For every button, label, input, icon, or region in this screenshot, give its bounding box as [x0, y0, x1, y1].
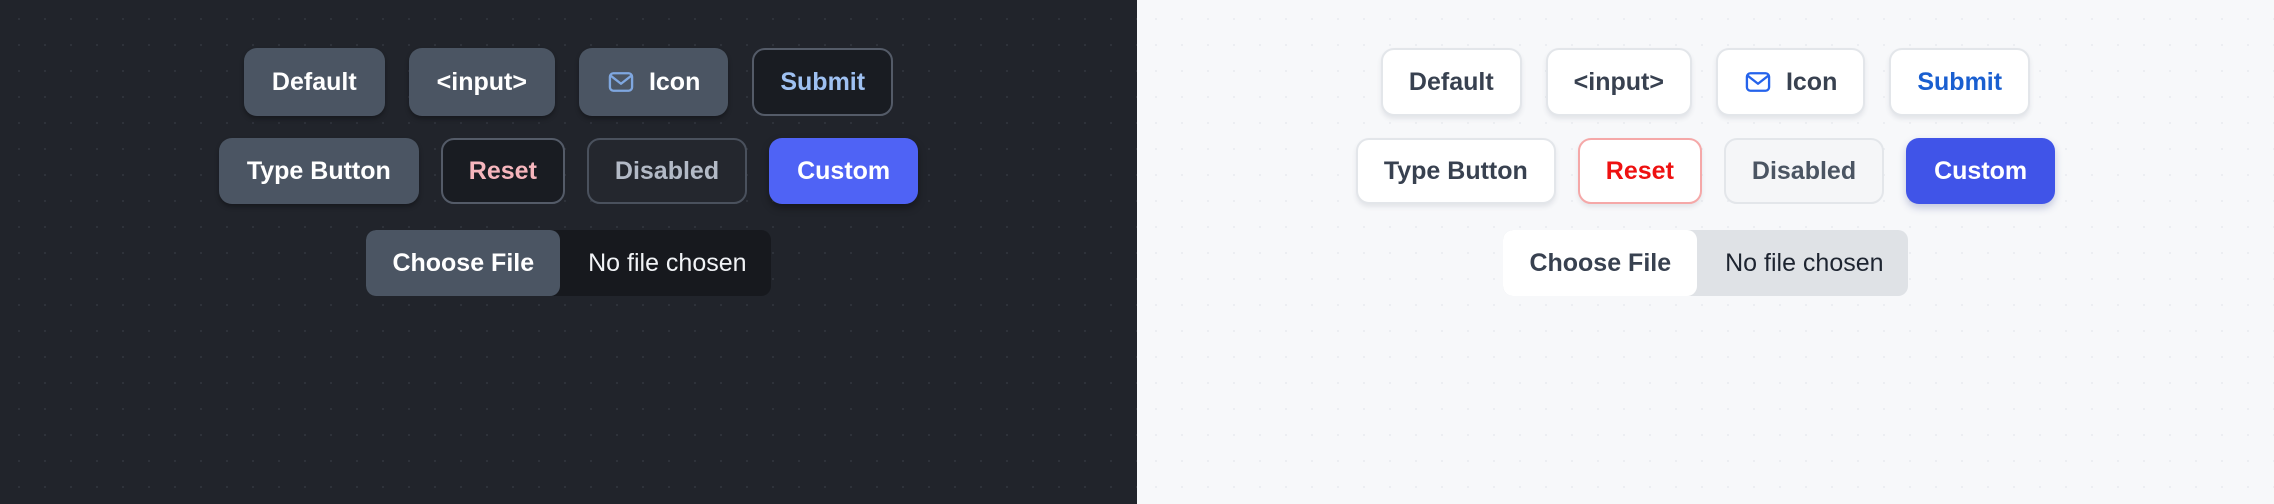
envelope-icon	[607, 68, 635, 96]
custom-button-label: Custom	[1934, 156, 2028, 185]
file-input[interactable]: Choose File No file chosen	[1503, 230, 1908, 296]
custom-button[interactable]: Custom	[769, 138, 919, 204]
type-button[interactable]: Type Button	[1355, 138, 1556, 204]
button-showcase: Default <input> Icon Submit Type Button …	[0, 0, 2274, 504]
icon-button-label: Icon	[648, 67, 701, 96]
button-row-primary: Default <input> Icon Submit	[1380, 48, 2031, 116]
input-button-label: <input>	[436, 67, 527, 96]
input-button[interactable]: <input>	[408, 48, 555, 116]
submit-button[interactable]: Submit	[1889, 48, 2031, 116]
reset-button-label: Reset	[468, 156, 537, 185]
disabled-button: Disabled	[1723, 138, 1885, 204]
submit-button-label: Submit	[1917, 67, 2003, 96]
icon-button[interactable]: Icon	[1715, 48, 1866, 116]
light-theme-panel: Default <input> Icon Submit Type Button …	[1137, 0, 2274, 504]
default-button-label: Default	[271, 67, 357, 96]
button-row-primary: Default <input> Icon Submit	[243, 48, 894, 116]
disabled-button: Disabled	[586, 138, 748, 204]
button-row-secondary: Type Button Reset Disabled Custom	[1355, 138, 2056, 204]
type-button-label: Type Button	[246, 156, 391, 185]
choose-file-label: Choose File	[392, 248, 535, 277]
file-input-row: Choose File No file chosen	[366, 230, 771, 296]
type-button[interactable]: Type Button	[218, 138, 419, 204]
default-button[interactable]: Default	[243, 48, 385, 116]
default-button-label: Default	[1408, 67, 1494, 96]
button-row-secondary: Type Button Reset Disabled Custom	[218, 138, 919, 204]
submit-button[interactable]: Submit	[752, 48, 894, 116]
input-button-label: <input>	[1573, 67, 1664, 96]
choose-file-button[interactable]: Choose File	[366, 230, 561, 296]
file-status-text: No file chosen	[1725, 248, 1884, 277]
file-status-text: No file chosen	[588, 248, 747, 277]
input-button[interactable]: <input>	[1545, 48, 1692, 116]
envelope-icon	[1744, 68, 1772, 96]
default-button[interactable]: Default	[1380, 48, 1522, 116]
icon-button-label: Icon	[1785, 67, 1838, 96]
type-button-label: Type Button	[1383, 156, 1528, 185]
submit-button-label: Submit	[780, 67, 866, 96]
choose-file-label: Choose File	[1529, 248, 1672, 277]
reset-button[interactable]: Reset	[440, 138, 565, 204]
file-input-row: Choose File No file chosen	[1503, 230, 1908, 296]
custom-button[interactable]: Custom	[1906, 138, 2056, 204]
dark-theme-panel: Default <input> Icon Submit Type Button …	[0, 0, 1137, 504]
choose-file-button[interactable]: Choose File	[1503, 230, 1698, 296]
disabled-button-label: Disabled	[614, 156, 720, 185]
disabled-button-label: Disabled	[1751, 156, 1857, 185]
reset-button[interactable]: Reset	[1577, 138, 1702, 204]
reset-button-label: Reset	[1605, 156, 1674, 185]
file-input[interactable]: Choose File No file chosen	[366, 230, 771, 296]
icon-button[interactable]: Icon	[578, 48, 729, 116]
custom-button-label: Custom	[797, 156, 891, 185]
